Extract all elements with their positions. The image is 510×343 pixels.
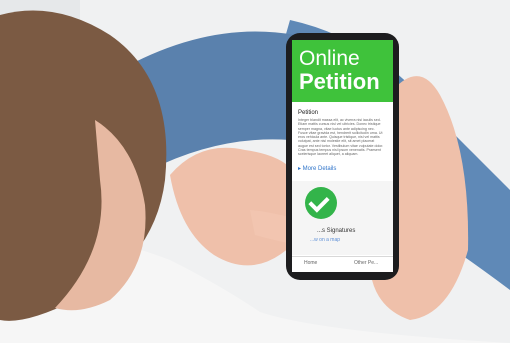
petition-section-title: Petition — [298, 110, 319, 116]
hero-title-petition: Petition — [299, 69, 380, 94]
more-details-link[interactable]: ▸ More Details — [298, 166, 336, 172]
petition-description: Integer blandit massa elit, ac viverra n… — [298, 118, 384, 157]
phone-screen: Online Petition Petition Integer blandit… — [292, 40, 393, 272]
nav-home-tab[interactable]: Home — [304, 261, 317, 266]
view-on-map-link[interactable]: ...w on a map — [310, 238, 340, 243]
hero-title-online: Online — [299, 47, 360, 70]
bottom-navigation: Home Other Pe... — [292, 256, 393, 272]
nav-other-petitions-tab[interactable]: Other Pe... — [354, 261, 378, 266]
photo-stage: Online Petition Petition Integer blandit… — [0, 0, 510, 343]
signatures-count-label: ...s Signatures — [317, 228, 356, 234]
signature-card — [292, 181, 393, 255]
petition-hero-banner: Online Petition — [292, 40, 393, 102]
photo-scene — [0, 0, 510, 343]
